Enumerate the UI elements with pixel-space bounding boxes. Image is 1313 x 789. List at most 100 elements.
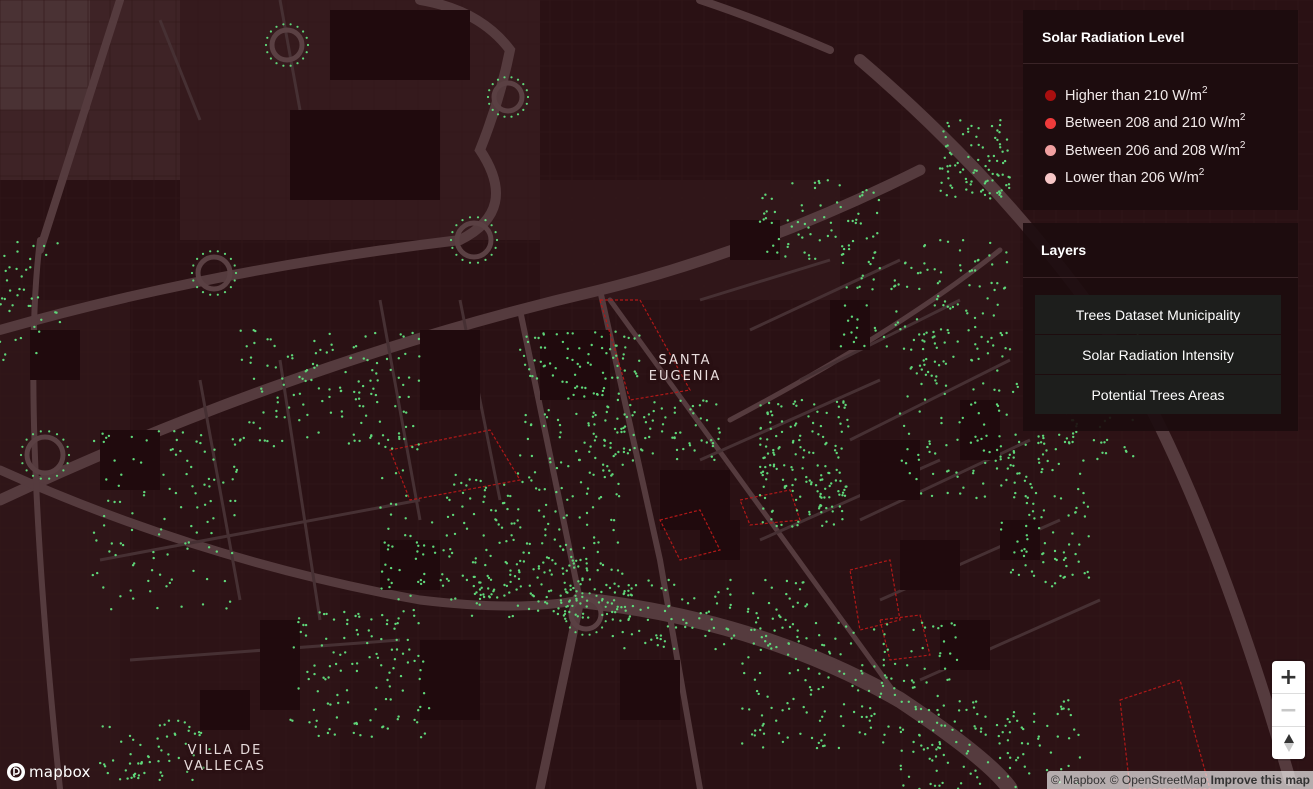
tree-point [980,335,983,339]
tree-point [379,506,382,509]
tree-point [852,631,855,634]
layer-button-trees-dataset[interactable]: Trees Dataset Municipality [1035,295,1281,334]
tree-point [194,492,197,495]
tree-point [240,358,244,361]
tree-point [968,270,971,273]
tree-point [231,478,234,481]
tree-point [1013,496,1016,499]
tree-point [503,501,506,505]
tree-point [673,406,677,409]
tree-point [835,468,838,472]
tree-point [827,676,830,679]
tree-point [933,304,936,307]
tree-point [478,588,482,591]
tree-point [759,443,762,446]
tree-point [855,336,858,339]
tree-point [769,410,773,413]
tree-point [314,352,318,355]
tree-point [996,369,999,372]
tree-point [764,578,767,582]
tree-point [522,551,525,554]
tree-point [946,328,949,332]
tree-point [516,472,520,475]
zoom-out-button[interactable]: − [1272,694,1305,727]
tree-point [900,749,903,752]
tree-point [190,271,194,275]
tree-point [563,610,567,613]
tree-point [807,415,810,418]
tree-point [838,670,841,673]
tree-point [316,690,319,693]
improve-map-link[interactable]: Improve this map [1211,773,1310,787]
tree-point [566,332,569,335]
tree-point [885,623,889,626]
tree-point [810,688,813,692]
tree-point [816,464,819,467]
tree-point [999,331,1002,335]
tree-point [554,367,557,370]
tree-point [1016,385,1019,389]
osm-attribution-link[interactable]: © OpenStreetMap [1110,773,1207,787]
tree-point [1030,570,1034,573]
tree-point [137,776,140,780]
tree-point [517,577,521,581]
tree-point [414,557,418,560]
tree-point [865,237,868,240]
tree-point [519,559,522,563]
tree-point [939,328,943,331]
tree-point [331,348,334,352]
tree-point [852,340,856,344]
tree-point [103,765,107,768]
tree-point [878,695,882,699]
tree-point [802,705,805,709]
tree-point [942,360,945,363]
mapbox-logo[interactable]: mapbox [6,762,91,782]
tree-point [887,725,890,728]
tree-point [352,433,355,436]
tree-point [983,193,987,197]
tree-point [394,622,397,626]
tree-point [446,515,450,519]
tree-point [376,656,380,659]
tree-point [542,561,545,564]
tree-point [667,605,670,608]
tree-point [901,728,905,731]
zoom-in-button[interactable]: + [1272,661,1305,694]
tree-point [608,348,612,351]
tree-point [796,629,799,632]
mapbox-attribution-link[interactable]: © Mapbox [1051,773,1106,787]
tree-point [621,357,625,360]
tree-point [767,601,771,605]
tree-point [1038,744,1042,747]
tree-point [402,610,405,613]
tree-point [787,242,790,246]
tree-point [1040,516,1043,519]
tree-point [334,662,338,666]
tree-point [631,414,634,417]
tree-point [904,261,907,264]
tree-point [544,503,548,507]
tree-point [710,455,713,458]
tree-point [29,257,32,261]
tree-point [506,507,509,511]
tree-point [1012,464,1015,467]
tree-point [298,419,301,422]
tree-point [339,669,342,672]
tree-point [302,30,305,33]
tree-point [375,686,378,689]
tree-point [478,603,481,606]
tree-point [612,454,615,458]
tree-point [62,438,65,441]
layer-button-solar-radiation[interactable]: Solar Radiation Intensity [1035,335,1281,374]
tree-point [491,108,494,111]
tree-point [790,466,793,469]
tree-point [1015,382,1018,386]
layer-button-potential-trees[interactable]: Potential Trees Areas [1035,375,1281,414]
compass-button[interactable] [1272,727,1305,759]
tree-point [329,703,332,706]
tree-point [942,753,945,757]
legend-item-label: Higher than 210 W/m2 [1065,85,1208,104]
tree-point [561,380,564,383]
tree-point [203,483,206,486]
tree-point [925,681,928,684]
